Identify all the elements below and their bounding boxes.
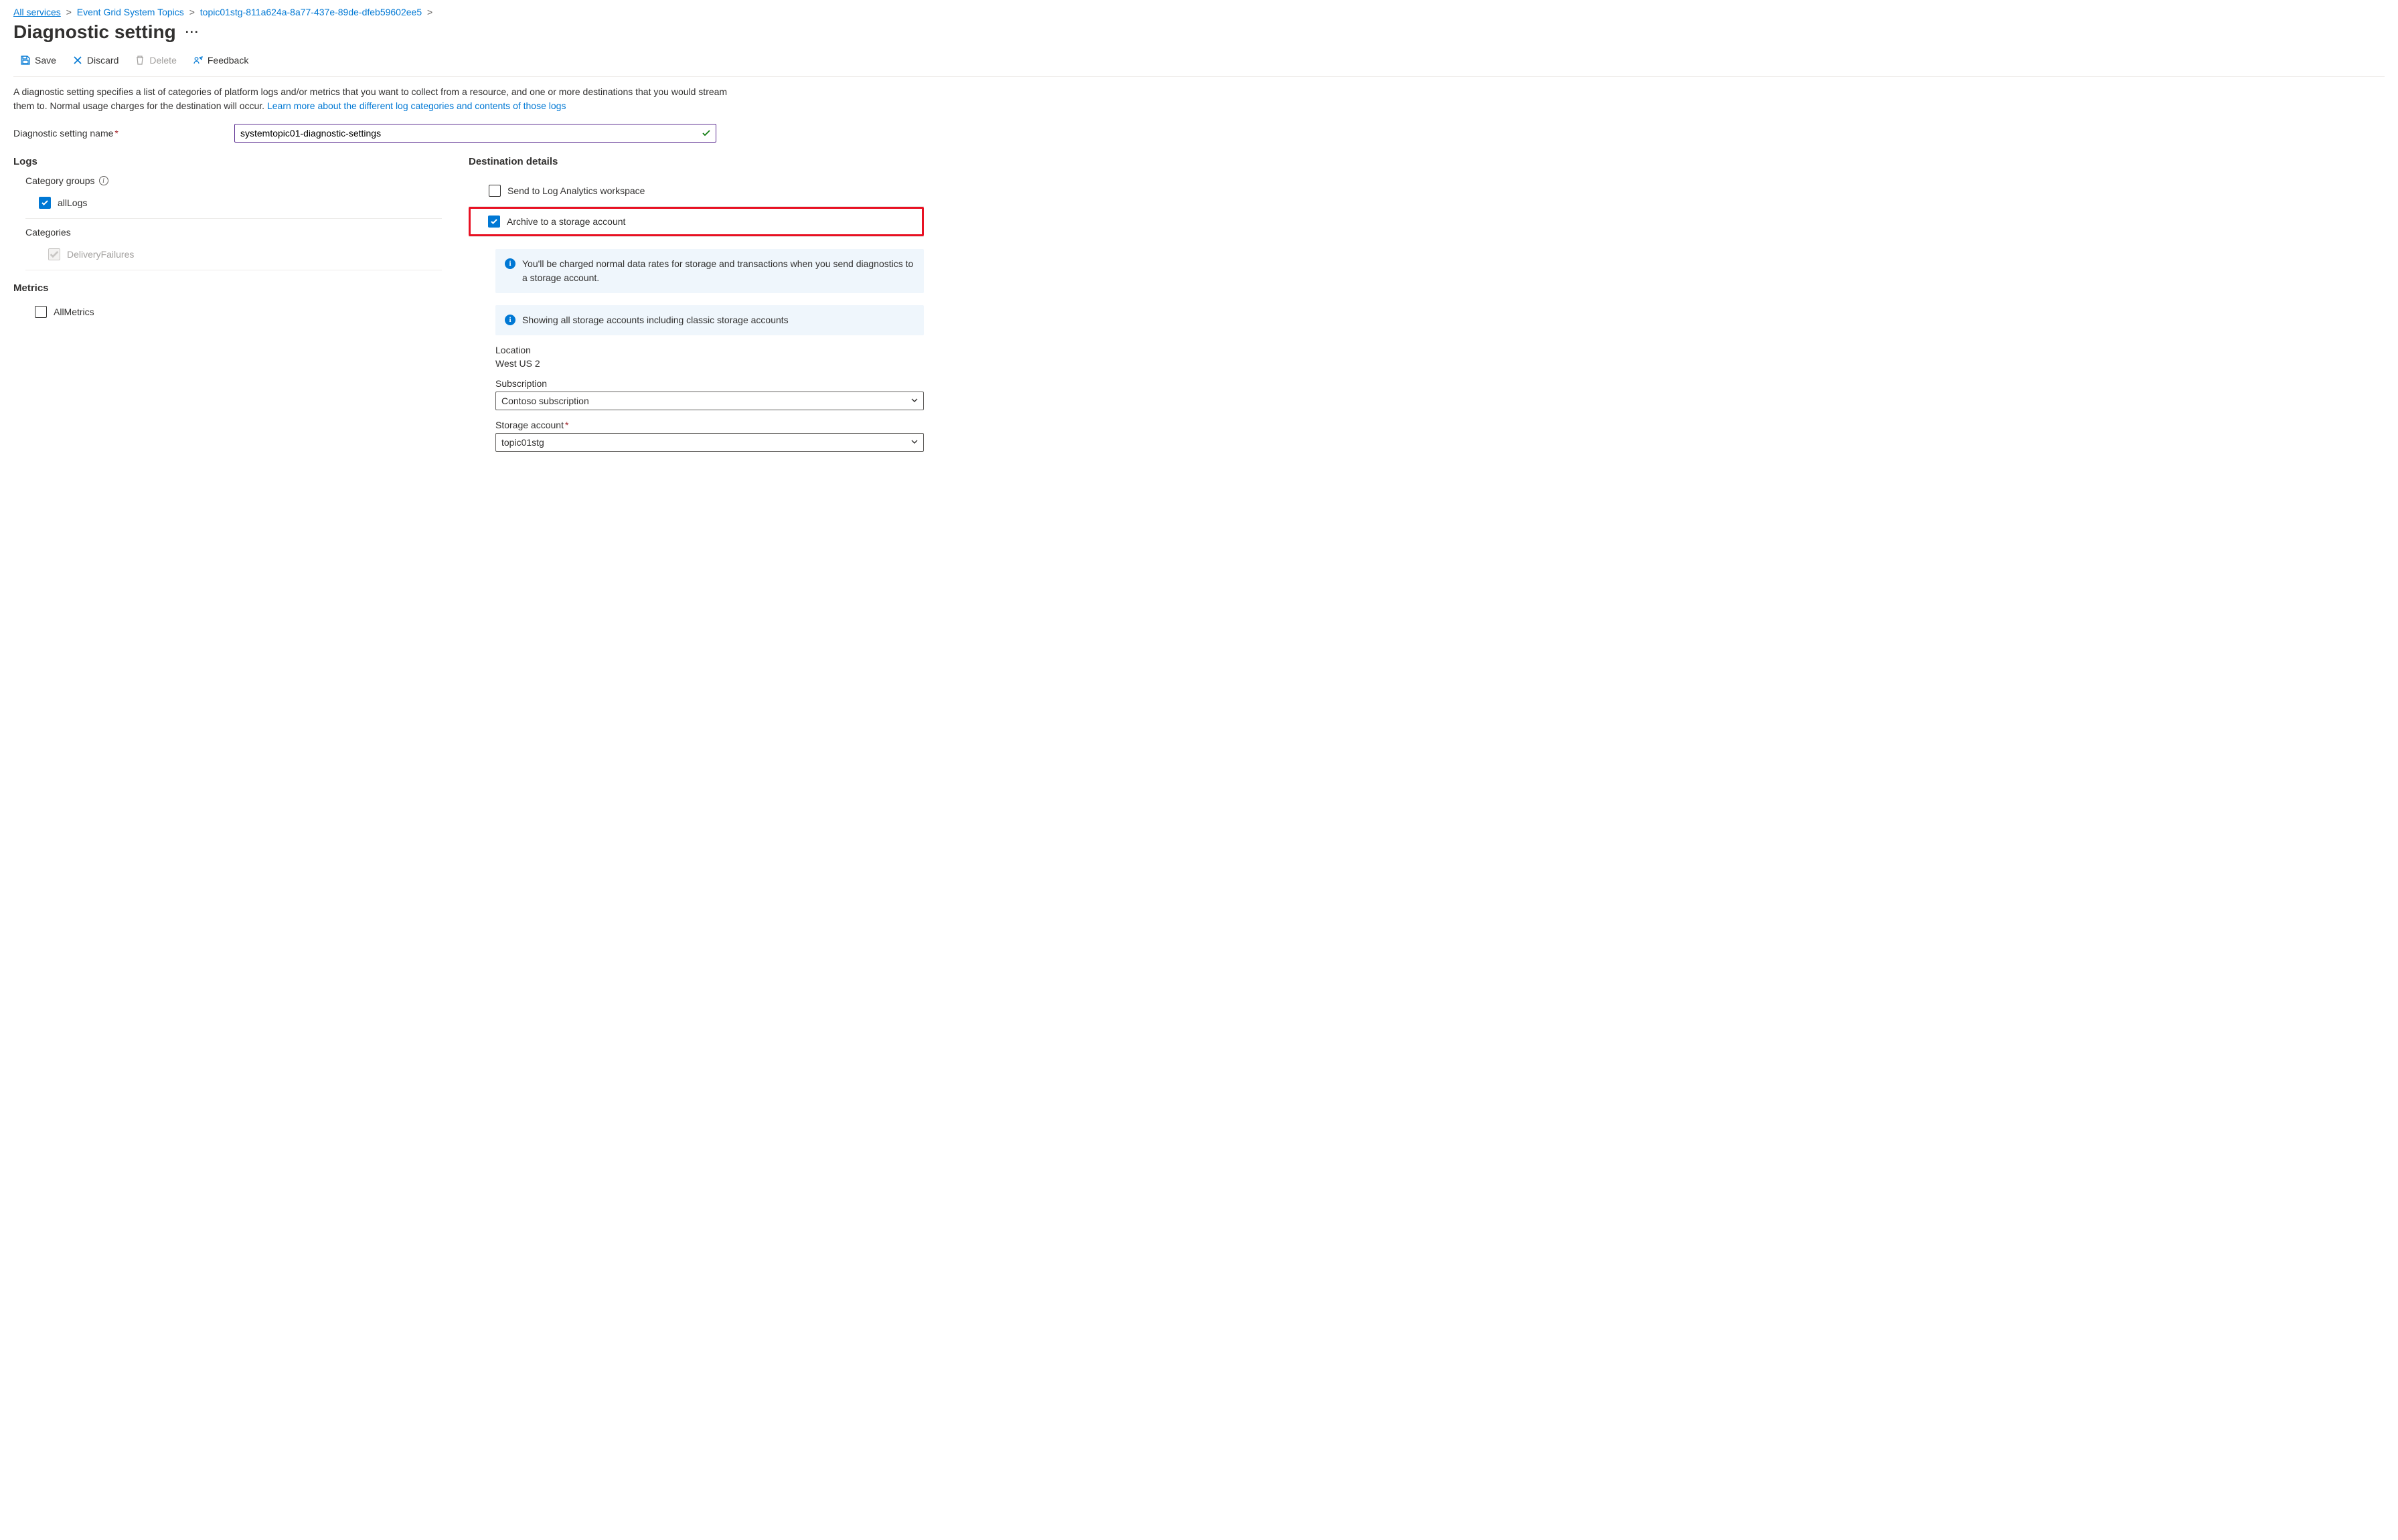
subscription-label: Subscription bbox=[495, 378, 924, 389]
location-label: Location bbox=[495, 345, 924, 355]
valid-check-icon bbox=[702, 129, 711, 138]
destination-heading: Destination details bbox=[469, 156, 924, 167]
delivery-failures-checkbox bbox=[48, 248, 60, 260]
categories-heading: Categories bbox=[25, 227, 442, 238]
more-options-icon[interactable]: ··· bbox=[185, 25, 199, 39]
setting-name-input[interactable] bbox=[234, 124, 716, 143]
all-metrics-row: AllMetrics bbox=[35, 302, 442, 322]
storage-account-label: Storage account* bbox=[495, 420, 924, 430]
all-logs-checkbox[interactable] bbox=[39, 197, 51, 209]
classic-accounts-info: i Showing all storage accounts including… bbox=[495, 305, 924, 335]
delete-label: Delete bbox=[149, 55, 176, 66]
breadcrumb: All services > Event Grid System Topics … bbox=[13, 7, 2385, 17]
archive-storage-checkbox[interactable] bbox=[488, 216, 500, 228]
setting-name-input-wrap bbox=[234, 124, 716, 143]
toolbar: Save Discard Delete Feedback bbox=[13, 51, 2385, 77]
setting-name-row: Diagnostic setting name* bbox=[13, 124, 2385, 143]
feedback-icon bbox=[193, 55, 204, 66]
logs-heading: Logs bbox=[13, 156, 442, 167]
send-log-analytics-row: Send to Log Analytics workspace bbox=[469, 175, 924, 207]
breadcrumb-topic[interactable]: topic01stg-811a624a-8a77-437e-89de-dfeb5… bbox=[200, 7, 422, 17]
save-icon bbox=[20, 55, 31, 66]
chevron-down-icon bbox=[910, 396, 918, 406]
all-metrics-label: AllMetrics bbox=[54, 307, 94, 317]
subscription-field: Subscription Contoso subscription bbox=[495, 378, 924, 410]
archive-storage-label: Archive to a storage account bbox=[507, 216, 625, 227]
required-indicator: * bbox=[565, 420, 568, 430]
metrics-heading: Metrics bbox=[13, 282, 442, 294]
destination-column: Destination details Send to Log Analytic… bbox=[469, 153, 924, 452]
info-icon: i bbox=[505, 315, 515, 325]
page-title: Diagnostic setting ··· bbox=[13, 21, 2385, 43]
logs-metrics-column: Logs Category groups i allLogs Categorie… bbox=[13, 153, 442, 452]
page-title-text: Diagnostic setting bbox=[13, 21, 176, 43]
location-field: Location West US 2 bbox=[495, 345, 924, 369]
storage-charge-info: i You'll be charged normal data rates fo… bbox=[495, 249, 924, 293]
save-label: Save bbox=[35, 55, 56, 66]
delivery-failures-row: DeliveryFailures bbox=[48, 244, 442, 264]
storage-charge-info-text: You'll be charged normal data rates for … bbox=[522, 257, 914, 285]
breadcrumb-event-grid[interactable]: Event Grid System Topics bbox=[77, 7, 184, 17]
all-logs-row: allLogs bbox=[39, 193, 442, 213]
delete-button: Delete bbox=[128, 52, 183, 68]
chevron-right-icon: > bbox=[189, 7, 195, 17]
category-groups-heading: Category groups i bbox=[25, 175, 442, 186]
chevron-right-icon: > bbox=[427, 7, 432, 17]
save-button[interactable]: Save bbox=[13, 52, 63, 68]
storage-account-select[interactable]: topic01stg bbox=[495, 433, 924, 452]
discard-label: Discard bbox=[87, 55, 118, 66]
feedback-label: Feedback bbox=[208, 55, 248, 66]
send-log-analytics-label: Send to Log Analytics workspace bbox=[507, 185, 645, 196]
storage-account-field: Storage account* topic01stg bbox=[495, 420, 924, 452]
discard-button[interactable]: Discard bbox=[66, 52, 125, 68]
subscription-select[interactable]: Contoso subscription bbox=[495, 392, 924, 410]
chevron-down-icon bbox=[910, 437, 918, 448]
chevron-right-icon: > bbox=[66, 7, 72, 17]
breadcrumb-all-services[interactable]: All services bbox=[13, 7, 61, 17]
description-text: A diagnostic setting specifies a list of… bbox=[13, 85, 750, 113]
trash-icon bbox=[135, 55, 145, 66]
archive-storage-highlight: Archive to a storage account bbox=[469, 207, 924, 236]
all-logs-label: allLogs bbox=[58, 197, 87, 208]
storage-account-value: topic01stg bbox=[501, 437, 544, 448]
info-icon[interactable]: i bbox=[99, 176, 108, 185]
required-indicator: * bbox=[114, 128, 118, 139]
subscription-value: Contoso subscription bbox=[501, 396, 589, 406]
close-icon bbox=[72, 55, 83, 66]
feedback-button[interactable]: Feedback bbox=[186, 52, 255, 68]
all-metrics-checkbox[interactable] bbox=[35, 306, 47, 318]
info-icon: i bbox=[505, 258, 515, 269]
send-log-analytics-checkbox[interactable] bbox=[489, 185, 501, 197]
delivery-failures-label: DeliveryFailures bbox=[67, 249, 134, 260]
location-value: West US 2 bbox=[495, 358, 924, 369]
setting-name-label: Diagnostic setting name* bbox=[13, 128, 228, 139]
learn-more-link[interactable]: Learn more about the different log categ… bbox=[267, 100, 566, 111]
classic-accounts-info-text: Showing all storage accounts including c… bbox=[522, 313, 789, 327]
